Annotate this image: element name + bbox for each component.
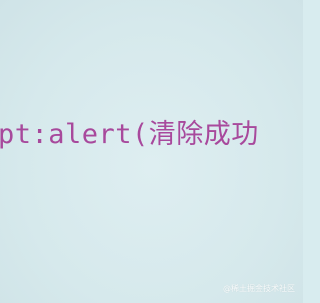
screen-background: pt:alert(清除成功 @稀土掘金技术社区 bbox=[0, 0, 303, 303]
code-text-line: pt:alert(清除成功 bbox=[0, 119, 259, 150]
watermark-text: @稀土掘金技术社区 bbox=[223, 284, 295, 293]
